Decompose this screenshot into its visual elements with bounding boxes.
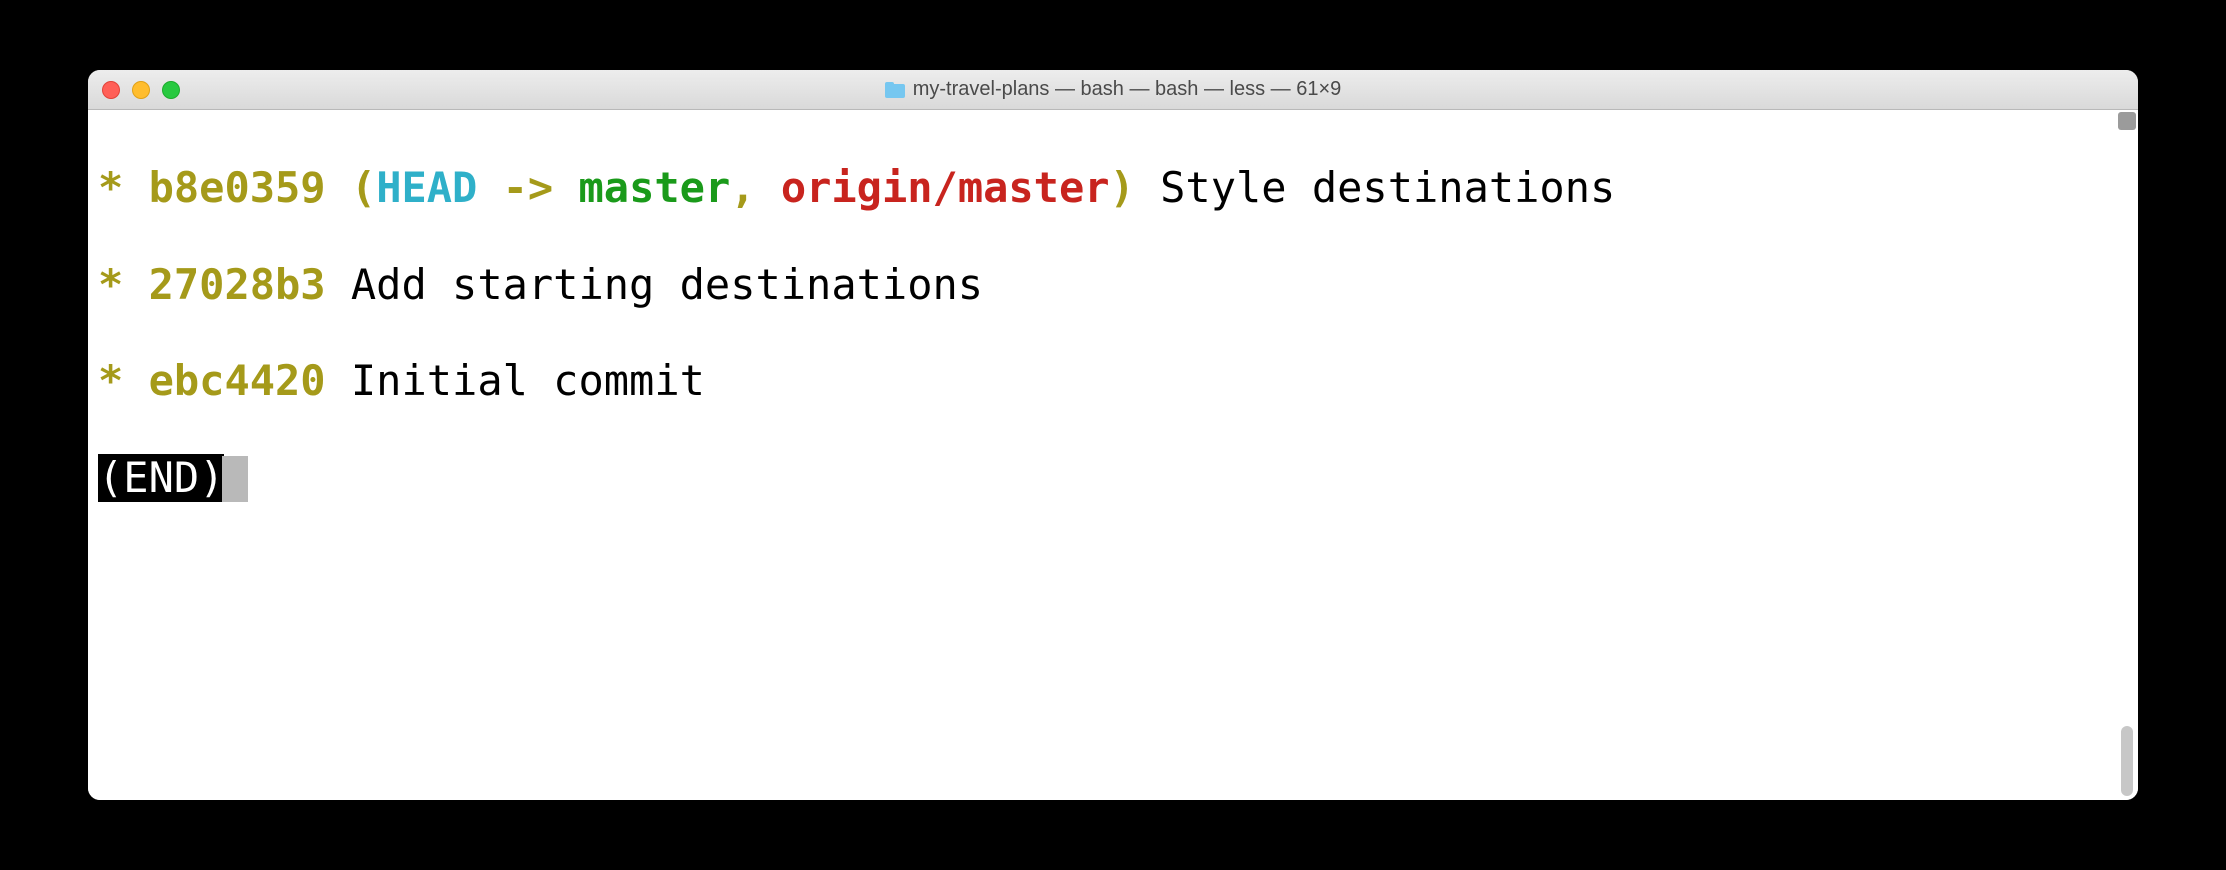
minimize-button[interactable] <box>132 81 150 99</box>
commit-hash: b8e0359 <box>149 163 326 212</box>
terminal-window: my-travel-plans — bash — bash — less — 6… <box>88 70 2138 800</box>
commit-message: Initial commit <box>326 356 705 405</box>
window-title: my-travel-plans — bash — bash — less — 6… <box>913 78 1342 101</box>
scrollbar[interactable] <box>2116 112 2136 798</box>
ref-remote: origin/master <box>781 163 1110 212</box>
end-line: (END) <box>98 454 2128 502</box>
titlebar[interactable]: my-travel-plans — bash — bash — less — 6… <box>88 70 2138 110</box>
scrollbar-thumb[interactable] <box>2121 726 2133 796</box>
ref-sep: , <box>730 163 781 212</box>
commit-hash: 27028b3 <box>149 260 326 309</box>
refs-open: ( <box>351 163 376 212</box>
commit-message: Add starting destinations <box>326 260 983 309</box>
close-button[interactable] <box>102 81 120 99</box>
scrollbar-marker <box>2118 112 2136 130</box>
terminal-content[interactable]: * b8e0359 (HEAD -> master, origin/master… <box>88 110 2138 800</box>
refs-close: ) <box>1110 163 1135 212</box>
ref-local: master <box>579 163 731 212</box>
commit-message: Style destinations <box>1135 163 1615 212</box>
graph-mark: * <box>98 163 123 212</box>
end-marker: (END) <box>98 454 224 502</box>
maximize-button[interactable] <box>162 81 180 99</box>
title-wrap: my-travel-plans — bash — bash — less — 6… <box>88 78 2138 101</box>
ref-head: HEAD <box>376 163 477 212</box>
graph-mark: * <box>98 356 123 405</box>
ref-arrow: -> <box>477 163 578 212</box>
commit-hash: ebc4420 <box>149 356 326 405</box>
traffic-lights <box>102 81 180 99</box>
folder-icon <box>885 82 905 98</box>
graph-mark: * <box>98 260 123 309</box>
log-line: * b8e0359 (HEAD -> master, origin/master… <box>98 164 2128 212</box>
cursor-icon <box>222 456 248 502</box>
log-line: * ebc4420 Initial commit <box>98 357 2128 405</box>
log-line: * 27028b3 Add starting destinations <box>98 261 2128 309</box>
